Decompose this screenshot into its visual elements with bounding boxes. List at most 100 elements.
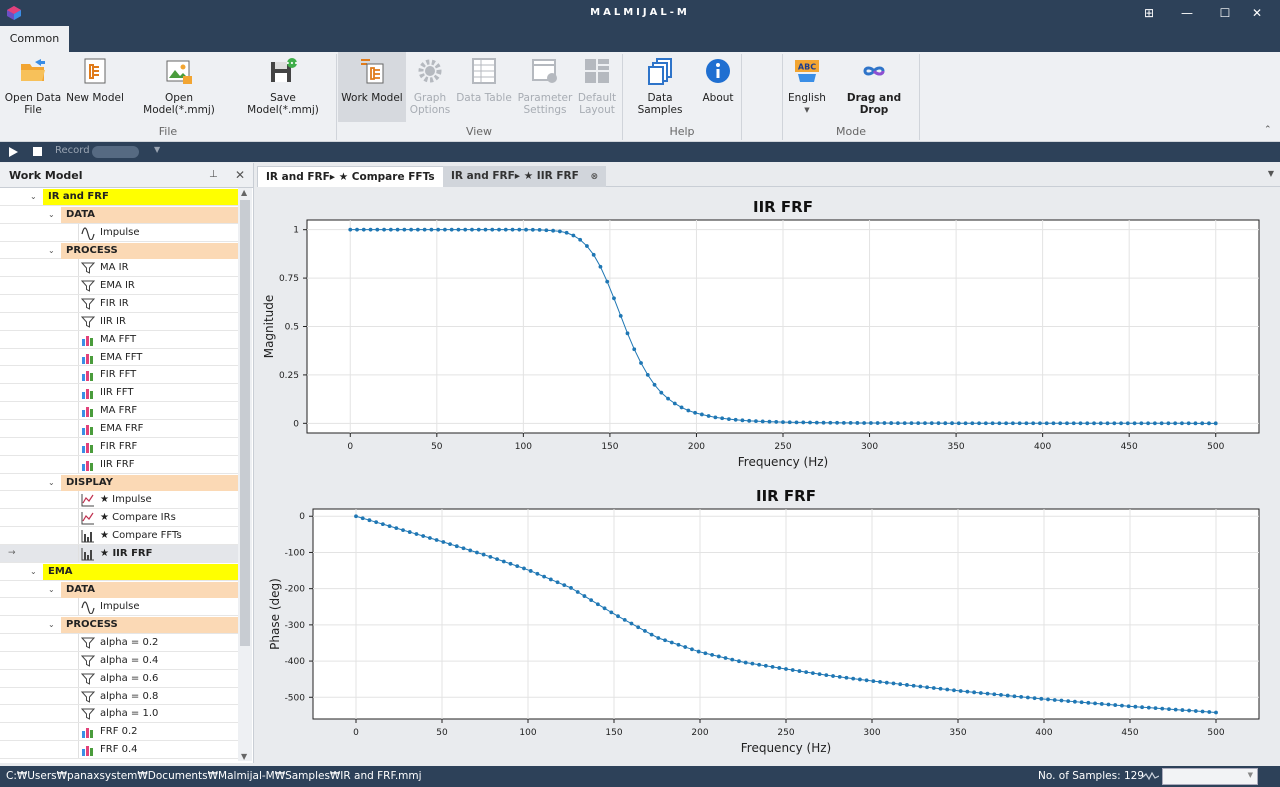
data-samples-button[interactable]: Data Samples: [626, 52, 694, 122]
tree-item[interactable]: IIR FRF: [0, 455, 238, 474]
tree-item[interactable]: alpha = 1.0: [0, 705, 238, 724]
data-point: [747, 418, 752, 423]
data-point: [801, 420, 806, 425]
tree-item[interactable]: EMA IR: [0, 277, 238, 296]
tree-item[interactable]: MA FRF: [0, 402, 238, 420]
group-label: IR and FRF: [43, 189, 238, 205]
tree-item[interactable]: Impulse: [0, 598, 238, 617]
folder-open-icon: [21, 59, 45, 81]
scrollbar-thumb[interactable]: [240, 200, 250, 646]
tree-item[interactable]: FIR IR: [0, 295, 238, 313]
tree-item[interactable]: alpha = 0.6: [0, 669, 238, 688]
tree-item[interactable]: FIR FRF: [0, 437, 238, 456]
graph-options-button[interactable]: Graph Options: [408, 52, 452, 122]
drag-and-drop-button[interactable]: Drag and Drop: [832, 52, 916, 122]
data-table-button[interactable]: Data Table: [454, 52, 514, 122]
default-layout-button[interactable]: Default Layout: [576, 52, 618, 122]
tree-scrollbar[interactable]: ▲ ▼: [238, 188, 252, 761]
tree-item[interactable]: alpha = 0.2: [0, 634, 238, 652]
tree-group[interactable]: ⌄ EMA: [0, 563, 238, 581]
save-model-button[interactable]: ••• Save Model(*.mmj): [234, 52, 332, 122]
data-point: [1119, 421, 1123, 426]
open-data-file-button[interactable]: Open Data File: [4, 52, 62, 122]
tree-line: [78, 223, 79, 241]
expand-chevron-icon[interactable]: ⌄: [30, 567, 37, 576]
scroll-down-icon[interactable]: ▼: [241, 752, 247, 761]
tree-item[interactable]: EMA FRF: [0, 419, 238, 438]
data-point: [990, 421, 995, 426]
minimize-button[interactable]: —: [1174, 4, 1200, 22]
expand-chevron-icon[interactable]: ⌄: [48, 246, 55, 255]
help-group-label: Help: [669, 125, 695, 138]
data-point: [1038, 421, 1042, 426]
data-point: [757, 662, 762, 667]
close-panel-icon[interactable]: ✕: [235, 168, 245, 182]
collapse-ribbon-icon[interactable]: ⌃: [1264, 125, 1272, 135]
tree-section[interactable]: ⌄ DISPLAY: [0, 474, 238, 492]
data-point: [1187, 708, 1192, 713]
data-point: [868, 421, 873, 425]
expand-chevron-icon[interactable]: ⌄: [48, 210, 55, 219]
new-model-button[interactable]: New Model: [66, 52, 124, 122]
tree-item[interactable]: IIR FFT: [0, 384, 238, 403]
sample-dropdown[interactable]: ▼: [1162, 768, 1258, 785]
tab-iir-frf[interactable]: IR and FRF▸ ★ IIR FRF ⊗: [443, 166, 606, 187]
tree-item[interactable]: FIR FFT: [0, 366, 238, 385]
x-axis-label: Frequency (Hz): [738, 455, 829, 469]
scroll-up-icon[interactable]: ▲: [241, 188, 247, 197]
chevron-down-icon[interactable]: ▼: [154, 145, 160, 154]
expand-chevron-icon[interactable]: ⌄: [30, 192, 37, 201]
about-button[interactable]: About: [698, 52, 738, 122]
language-dropdown[interactable]: ABC English ▼: [786, 52, 828, 122]
drag-and-drop-label: Drag and Drop: [846, 92, 902, 116]
tree-item[interactable]: alpha = 0.8: [0, 687, 238, 706]
expand-chevron-icon[interactable]: ⌄: [48, 585, 55, 594]
tree-item[interactable]: FRF 0.4: [0, 741, 238, 759]
data-point: [723, 656, 728, 660]
close-tab-icon[interactable]: ⊗: [590, 172, 598, 182]
data-point: [537, 227, 542, 232]
tree-item[interactable]: MA FFT: [0, 330, 238, 349]
expand-chevron-icon[interactable]: ⌄: [48, 478, 55, 487]
window-layout-button[interactable]: ⊞: [1136, 4, 1162, 22]
tree-item[interactable]: ★ Compare IRs: [0, 509, 238, 528]
tree-item[interactable]: EMA FFT: [0, 348, 238, 367]
parameter-settings-button[interactable]: Parameter Settings: [516, 52, 574, 122]
tree-section[interactable]: ⌄ PROCESS: [0, 616, 238, 635]
close-button[interactable]: ✕: [1244, 4, 1270, 22]
data-point: [629, 621, 634, 626]
data-point: [1153, 706, 1158, 711]
expand-chevron-icon[interactable]: ⌄: [48, 620, 55, 629]
stop-icon[interactable]: [33, 147, 43, 157]
tree-item[interactable]: ★ Compare FFTs: [0, 527, 238, 545]
data-point: [1066, 699, 1071, 704]
tree-item[interactable]: FRF 0.2: [0, 723, 238, 742]
pin-icon[interactable]: ⊥: [209, 169, 218, 180]
tree-section[interactable]: ⌄ DATA: [0, 206, 238, 224]
tree-item[interactable]: alpha = 0.4: [0, 651, 238, 670]
tree-group[interactable]: ⌄ IR and FRF: [0, 188, 238, 206]
open-model-icon: [166, 60, 192, 84]
tree-item-label: Impulse: [100, 226, 140, 238]
tree-item[interactable]: ★ IIR FRF: [0, 544, 238, 563]
open-model-button[interactable]: Open Model(*.mmj): [130, 52, 228, 122]
tree-item[interactable]: MA IR: [0, 259, 238, 278]
maximize-button[interactable]: ☐: [1212, 4, 1238, 22]
data-point: [515, 564, 520, 569]
tree-item[interactable]: IIR IR: [0, 312, 238, 331]
tree-section[interactable]: ⌄ PROCESS: [0, 242, 238, 260]
chevron-down-icon[interactable]: ▼: [1268, 169, 1274, 178]
data-point: [810, 671, 815, 676]
data-point: [555, 580, 560, 585]
data-point: [1004, 421, 1009, 426]
tab-compare-ffts[interactable]: IR and FRF▸ ★ Compare FFTs: [257, 166, 444, 187]
data-point: [770, 664, 775, 669]
tab-common[interactable]: Common: [0, 26, 69, 52]
record-toggle[interactable]: [92, 146, 139, 158]
work-model-button[interactable]: Work Model: [338, 52, 406, 122]
tree-item[interactable]: Impulse: [0, 223, 238, 242]
play-icon[interactable]: [8, 147, 18, 157]
tree-item[interactable]: ★ Impulse: [0, 491, 238, 510]
ribbon-tab-strip: Common: [0, 26, 1280, 52]
tree-section[interactable]: ⌄ DATA: [0, 581, 238, 599]
